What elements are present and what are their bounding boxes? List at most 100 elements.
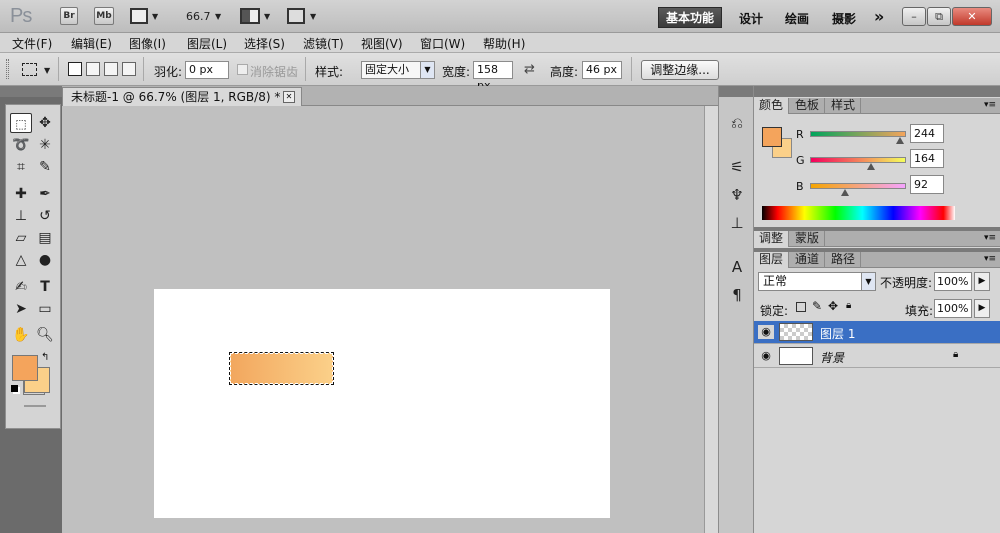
dock-header[interactable] (719, 86, 753, 97)
layer-row-1[interactable]: ◉ 图层 1 (754, 321, 1000, 344)
refine-edge-button[interactable]: 调整边缘... (641, 60, 719, 80)
workspace-essentials[interactable]: 基本功能 (658, 7, 722, 28)
crop-tool-icon[interactable]: ⌗ (10, 157, 32, 177)
blue-slider-thumb[interactable] (841, 189, 849, 196)
tab-paths[interactable]: 路径 (826, 252, 862, 268)
magic-wand-tool-icon[interactable]: ✳ (34, 135, 56, 155)
eye-icon[interactable]: ◉ (758, 325, 774, 339)
clone-source-icon[interactable]: ⊥ (727, 214, 747, 232)
fill-arrow-icon[interactable]: ▶ (974, 299, 990, 318)
fill-input[interactable]: 100% (934, 299, 972, 318)
tab-layers[interactable]: 图层 (754, 252, 790, 268)
bridge-button[interactable]: Br (60, 7, 78, 25)
eye-icon[interactable]: ◉ (758, 349, 774, 363)
panel-header[interactable] (754, 86, 1000, 97)
healing-brush-tool-icon[interactable]: ✚ (10, 184, 32, 204)
lock-transparent-icon[interactable] (796, 302, 806, 312)
clone-stamp-tool-icon[interactable]: ⊥ (10, 206, 32, 226)
layer-row-2[interactable]: ◉ 背景 🔒︎ (754, 345, 1000, 368)
hand-tool-icon[interactable]: ✋ (10, 325, 32, 345)
menu-edit[interactable]: 编辑(E) (71, 35, 112, 52)
intersect-selection-icon[interactable] (122, 62, 136, 76)
path-selection-tool-icon[interactable]: ➤ (10, 299, 32, 319)
paragraph-panel-icon[interactable]: ¶ (727, 286, 747, 304)
brush-presets-icon[interactable]: ⚟ (727, 158, 747, 176)
lock-pixels-icon[interactable]: ✎ (812, 299, 822, 313)
dodge-tool-icon[interactable]: ● (34, 250, 56, 270)
subtract-selection-icon[interactable] (104, 62, 118, 76)
gradient-tool-icon[interactable]: ▤ (34, 228, 56, 248)
feather-input[interactable]: 0 px (185, 61, 229, 79)
panel-menu-icon[interactable]: ▾≡ (984, 100, 996, 110)
mini-bridge-button[interactable]: Mb (94, 7, 114, 25)
chevron-down-icon[interactable]: ▼ (44, 66, 50, 75)
zoom-level[interactable]: 66.7 (186, 10, 211, 23)
blur-tool-icon[interactable]: △ (10, 250, 32, 270)
blue-slider[interactable] (810, 183, 906, 189)
menu-image[interactable]: 图像(I) (129, 35, 166, 52)
color-spectrum[interactable] (762, 206, 955, 220)
new-selection-icon[interactable] (68, 62, 82, 76)
brush-panel-icon[interactable]: ♆ (727, 186, 747, 204)
panel-menu-icon[interactable]: ▾≡ (984, 233, 996, 243)
tools-panel-header[interactable] (0, 86, 62, 97)
default-colors-icon[interactable] (11, 385, 18, 392)
red-slider[interactable] (810, 131, 906, 137)
view-extras-icon[interactable] (130, 8, 148, 24)
maximize-button[interactable]: ⧉ (927, 7, 951, 26)
green-slider-thumb[interactable] (867, 163, 875, 170)
type-tool-icon[interactable]: T (34, 277, 56, 297)
screen-mode-icon[interactable] (287, 8, 305, 24)
green-slider[interactable] (810, 157, 906, 163)
chevron-down-icon[interactable]: ▼ (861, 273, 875, 290)
close-tab-icon[interactable]: ✕ (283, 91, 295, 103)
close-button[interactable]: ✕ (952, 7, 992, 26)
blue-value[interactable]: 92 (910, 175, 944, 194)
menu-view[interactable]: 视图(V) (361, 35, 403, 52)
swap-colors-icon[interactable]: ↰ (41, 352, 49, 363)
opacity-arrow-icon[interactable]: ▶ (974, 272, 990, 291)
move-tool-icon[interactable]: ✥ (34, 113, 56, 133)
color-fg-swatch[interactable] (762, 127, 782, 147)
more-workspaces-icon[interactable]: » (874, 7, 884, 26)
brush-tool-icon[interactable]: ✒ (34, 184, 56, 204)
chevron-down-icon[interactable]: ▼ (152, 12, 158, 21)
chevron-down-icon[interactable]: ▼ (215, 12, 221, 21)
history-brush-tool-icon[interactable]: ↺ (34, 206, 56, 226)
menu-select[interactable]: 选择(S) (244, 35, 285, 52)
document-tab[interactable]: 未标题-1 @ 66.7% (图层 1, RGB/8) * ✕ (62, 87, 302, 106)
menu-file[interactable]: 文件(F) (12, 35, 52, 52)
menu-layer[interactable]: 图层(L) (187, 35, 227, 52)
vertical-scrollbar[interactable] (704, 106, 718, 533)
swap-dimensions-icon[interactable]: ⇄ (524, 62, 535, 77)
tools-fg-color[interactable] (12, 355, 38, 381)
workspace-painting[interactable]: 绘画 (785, 10, 809, 27)
menu-window[interactable]: 窗口(W) (420, 35, 465, 52)
add-selection-icon[interactable] (86, 62, 100, 76)
lock-all-icon[interactable]: 🔒︎ (846, 300, 851, 311)
menu-help[interactable]: 帮助(H) (483, 35, 525, 52)
lock-position-icon[interactable]: ✥ (828, 299, 838, 313)
lasso-tool-icon[interactable]: ➰ (10, 135, 32, 155)
eyedropper-tool-icon[interactable]: ✎ (34, 157, 56, 177)
arrange-documents-icon[interactable] (240, 8, 260, 24)
workspace-design[interactable]: 设计 (739, 10, 763, 27)
document-canvas[interactable] (154, 289, 610, 518)
height-input[interactable]: 46 px (582, 61, 622, 79)
tab-color[interactable]: 颜色 (754, 98, 790, 114)
style-select[interactable]: 固定大小 ▼ (361, 61, 435, 79)
chevron-down-icon[interactable]: ▼ (264, 12, 270, 21)
rect-marquee-preset-icon[interactable] (22, 63, 37, 76)
eraser-tool-icon[interactable]: ▱ (10, 228, 32, 248)
tab-adjustments[interactable]: 调整 (754, 231, 790, 247)
pen-tool-icon[interactable]: ✍ (10, 277, 32, 297)
tab-styles[interactable]: 样式 (826, 98, 862, 114)
green-value[interactable]: 164 (910, 149, 944, 168)
minimize-button[interactable]: – (902, 7, 926, 26)
layers-empty-area[interactable] (754, 369, 1000, 533)
shape-tool-icon[interactable]: ▭ (34, 299, 56, 319)
red-slider-thumb[interactable] (896, 137, 904, 144)
tab-channels[interactable]: 通道 (790, 252, 826, 268)
history-panel-icon[interactable]: ⎌ (727, 114, 747, 132)
tab-masks[interactable]: 蒙版 (790, 231, 826, 247)
